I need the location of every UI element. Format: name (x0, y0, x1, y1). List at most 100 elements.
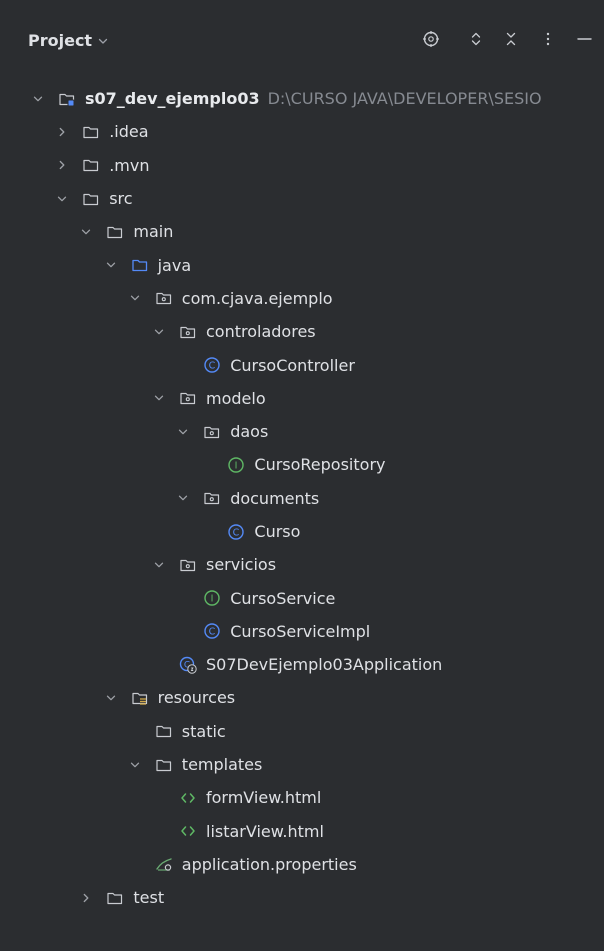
folder-icon (82, 190, 100, 208)
chevron-down-icon[interactable] (130, 293, 140, 303)
tree-node-text: application.properties (181, 854, 357, 874)
tree-node-label: CursoService (230, 589, 335, 608)
minimize-icon[interactable] (575, 30, 593, 48)
chevron-right-icon[interactable] (81, 893, 91, 903)
tree-node-label: s07_dev_ejemplo03 D:\CURSO JAVA\DEVELOPER… (85, 89, 542, 108)
svg-text:C: C (233, 527, 240, 538)
chevron-down-icon[interactable] (130, 760, 140, 770)
tree-node-label: CursoServiceImpl (230, 622, 370, 641)
tree-node[interactable]: listarView.html (0, 815, 604, 848)
chevron-down-icon[interactable] (154, 393, 164, 403)
tree-node[interactable]: daos (0, 415, 604, 448)
folder-icon (106, 223, 124, 241)
collapse-icon[interactable] (502, 30, 520, 48)
tree-node-text: CursoServiceImpl (230, 621, 371, 641)
interface-icon: I (203, 589, 221, 607)
tree-node[interactable]: static (0, 715, 604, 748)
tree-node-text: CursoService (230, 588, 336, 608)
tree-node[interactable]: I CursoRepository (0, 448, 604, 481)
tree-node-label: test (133, 888, 164, 907)
tree-node-text: .idea (109, 122, 149, 142)
tree-node[interactable]: I CursoService (0, 581, 604, 614)
chevron-down-icon[interactable] (178, 493, 188, 503)
expand-icon[interactable] (467, 30, 485, 48)
chevron-down-icon[interactable] (33, 94, 43, 104)
tree-node-label: src (109, 189, 132, 208)
folder-icon (155, 756, 173, 774)
tree-node-text: controladores (206, 322, 316, 342)
package-icon (203, 489, 221, 507)
chevron-down-icon[interactable] (178, 427, 188, 437)
chevron-right-icon[interactable] (57, 160, 67, 170)
tree-node[interactable]: templates (0, 748, 604, 781)
tree-node[interactable]: formView.html (0, 781, 604, 814)
tree-node-label: S07DevEjemplo03Application (206, 655, 442, 674)
project-tool-window: Project s07_dev_ejemplo03 D:\CURSO JAVA\… (0, 0, 604, 951)
tree-node-label: documents (230, 489, 319, 508)
svg-text:I: I (235, 460, 238, 471)
tree-node-label: com.cjava.ejemplo (182, 289, 333, 308)
tree-node[interactable]: s07_dev_ejemplo03 D:\CURSO JAVA\DEVELOPER… (0, 82, 604, 115)
tree-node[interactable]: .mvn (0, 149, 604, 182)
tree-node[interactable]: .idea (0, 115, 604, 148)
tree-node-label: controladores (206, 322, 316, 341)
tree-node[interactable]: application.properties (0, 848, 604, 881)
tree-node-text: CursoController (230, 355, 355, 375)
tree-node-text: formView.html (206, 788, 322, 808)
class-icon: C (203, 356, 221, 374)
module-folder-icon (58, 90, 76, 108)
project-header: Project (0, 0, 604, 76)
project-tree[interactable]: s07_dev_ejemplo03 D:\CURSO JAVA\DEVELOPER… (0, 82, 604, 914)
tree-node-text: servicios (206, 555, 277, 575)
project-view-selector[interactable]: Project (28, 31, 108, 50)
chevron-right-icon[interactable] (57, 127, 67, 137)
tree-node-text: documents (230, 488, 320, 508)
tree-node-label: .mvn (109, 156, 149, 175)
tree-node-text: java (157, 255, 192, 275)
tree-node[interactable]: java (0, 248, 604, 281)
folder-icon (82, 156, 100, 174)
tree-node-label: listarView.html (206, 822, 324, 841)
tree-node[interactable]: src (0, 182, 604, 215)
tree-node-label: modelo (206, 389, 266, 408)
tree-node-text: s07_dev_ejemplo03 (85, 89, 260, 109)
resources-folder-icon (131, 689, 149, 707)
tree-node[interactable]: com.cjava.ejemplo (0, 282, 604, 315)
svg-text:C: C (209, 360, 216, 371)
tree-node-text: S07DevEjemplo03Application (206, 655, 443, 675)
tree-node[interactable]: C Curso (0, 515, 604, 548)
chevron-down-icon[interactable] (81, 227, 91, 237)
tree-node[interactable]: C S07DevEjemplo03Application (0, 648, 604, 681)
chevron-down-icon[interactable] (57, 194, 67, 204)
tree-node[interactable]: modelo (0, 382, 604, 415)
tree-node[interactable]: main (0, 215, 604, 248)
svg-text:I: I (211, 593, 214, 604)
tree-node-text: resources (157, 688, 236, 708)
spring-app-icon: C (179, 656, 197, 674)
tree-node-text: test (133, 888, 165, 908)
tree-node[interactable]: test (0, 881, 604, 914)
chevron-down-icon[interactable] (154, 327, 164, 337)
tree-node-label: application.properties (182, 855, 357, 874)
tree-node[interactable]: resources (0, 681, 604, 714)
chevron-down-icon[interactable] (106, 260, 116, 270)
tree-node[interactable]: servicios (0, 548, 604, 581)
tree-node-text: com.cjava.ejemplo (181, 288, 333, 308)
svg-text:C: C (209, 627, 216, 638)
html-icon (179, 789, 197, 807)
project-title: Project (28, 31, 93, 50)
interface-icon: I (227, 456, 245, 474)
source-folder-icon (131, 256, 149, 274)
chevron-down-icon[interactable] (106, 693, 116, 703)
class-icon: C (203, 622, 221, 640)
tree-node[interactable]: C CursoController (0, 348, 604, 381)
target-icon[interactable] (422, 30, 440, 48)
tree-node[interactable]: C CursoServiceImpl (0, 615, 604, 648)
tree-node-text: templates (181, 755, 263, 775)
package-icon (179, 389, 197, 407)
more-icon[interactable] (539, 30, 557, 48)
chevron-down-icon[interactable] (154, 560, 164, 570)
folder-icon (106, 889, 124, 907)
tree-node[interactable]: controladores (0, 315, 604, 348)
tree-node[interactable]: documents (0, 482, 604, 515)
